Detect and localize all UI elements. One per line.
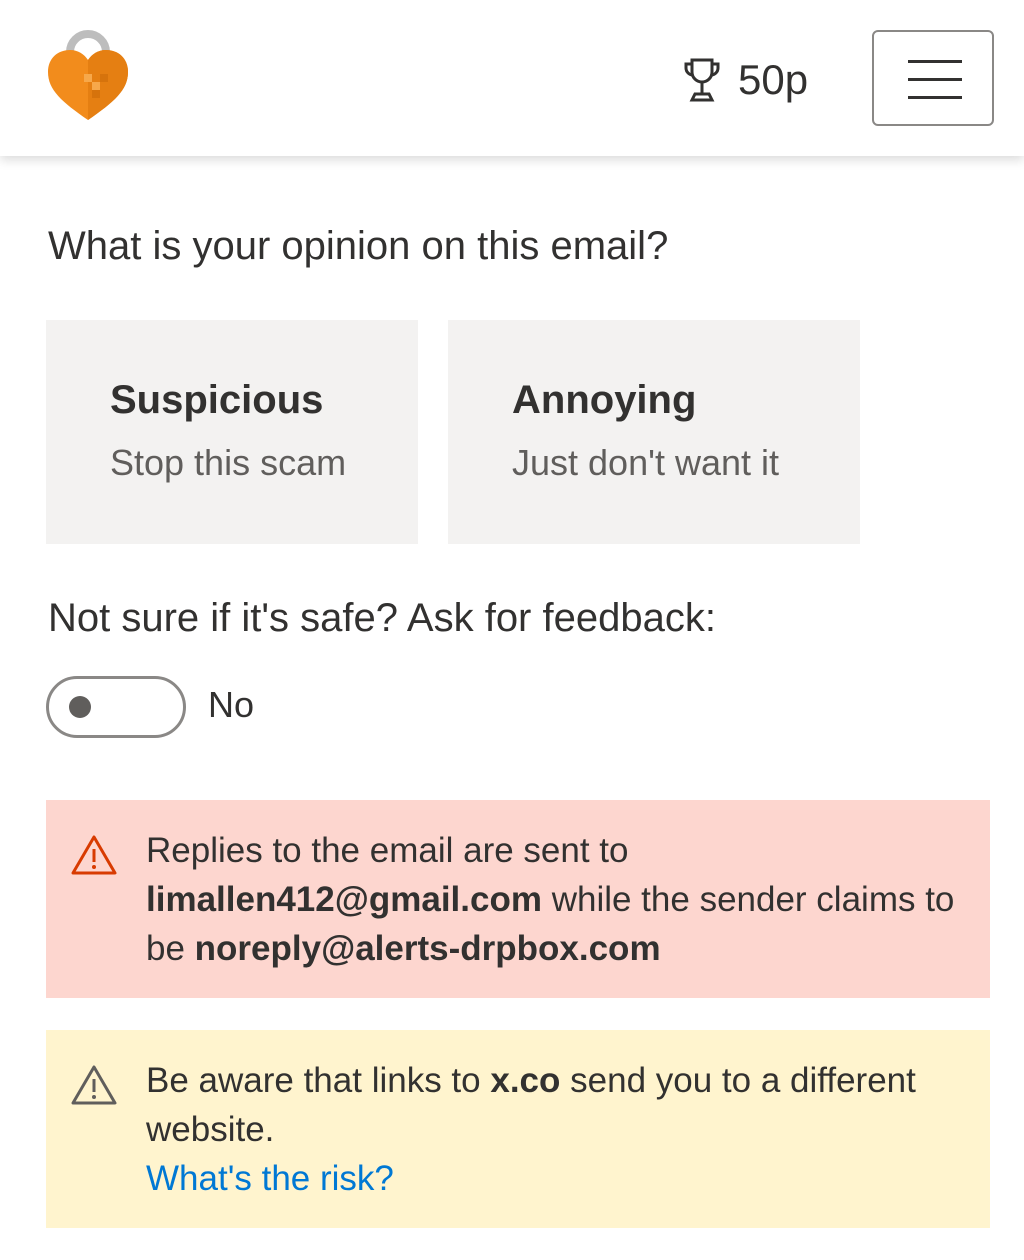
heart-padlock-icon <box>48 30 128 120</box>
sender-address: noreply@alerts-drpbox.com <box>194 929 661 968</box>
warning-triangle-icon <box>71 835 117 875</box>
feedback-label: Not sure if it's safe? Ask for feedback: <box>48 596 716 640</box>
alert-text: Be aware that links to <box>146 1061 481 1100</box>
option-subtitle: Stop this scam <box>110 442 347 483</box>
warning-triangle-icon <box>71 1065 117 1105</box>
feedback-toggle[interactable] <box>46 676 186 738</box>
alert-message: Replies to the email are sent to limalle… <box>146 826 960 973</box>
menu-button[interactable] <box>872 30 994 126</box>
suspicious-option-button[interactable]: Suspicious Stop this scam <box>46 320 418 544</box>
points-display: 50p <box>682 52 808 108</box>
reply-to-warning-alert: Replies to the email are sent to limalle… <box>46 800 990 998</box>
link-warning-alert: Be aware that links to x.co send you to … <box>46 1030 990 1228</box>
option-title: Annoying <box>512 378 697 422</box>
points-value: 50p <box>738 56 809 103</box>
alert-message: Be aware that links to x.co send you to … <box>146 1056 960 1203</box>
option-title: Suspicious <box>110 378 324 422</box>
reply-to-address: limallen412@gmail.com <box>146 880 542 919</box>
opinion-question: What is your opinion on this email? <box>48 224 669 268</box>
alert-text: Replies to the email are sent to <box>146 831 629 870</box>
toggle-knob <box>69 696 91 718</box>
trophy-icon <box>684 58 720 102</box>
link-domain: x.co <box>490 1061 561 1100</box>
whats-the-risk-link[interactable]: What's the risk? <box>146 1154 960 1203</box>
toggle-state-label: No <box>208 684 255 725</box>
app-header: 50p <box>0 0 1024 156</box>
option-subtitle: Just don't want it <box>512 442 780 483</box>
annoying-option-button[interactable]: Annoying Just don't want it <box>448 320 860 544</box>
